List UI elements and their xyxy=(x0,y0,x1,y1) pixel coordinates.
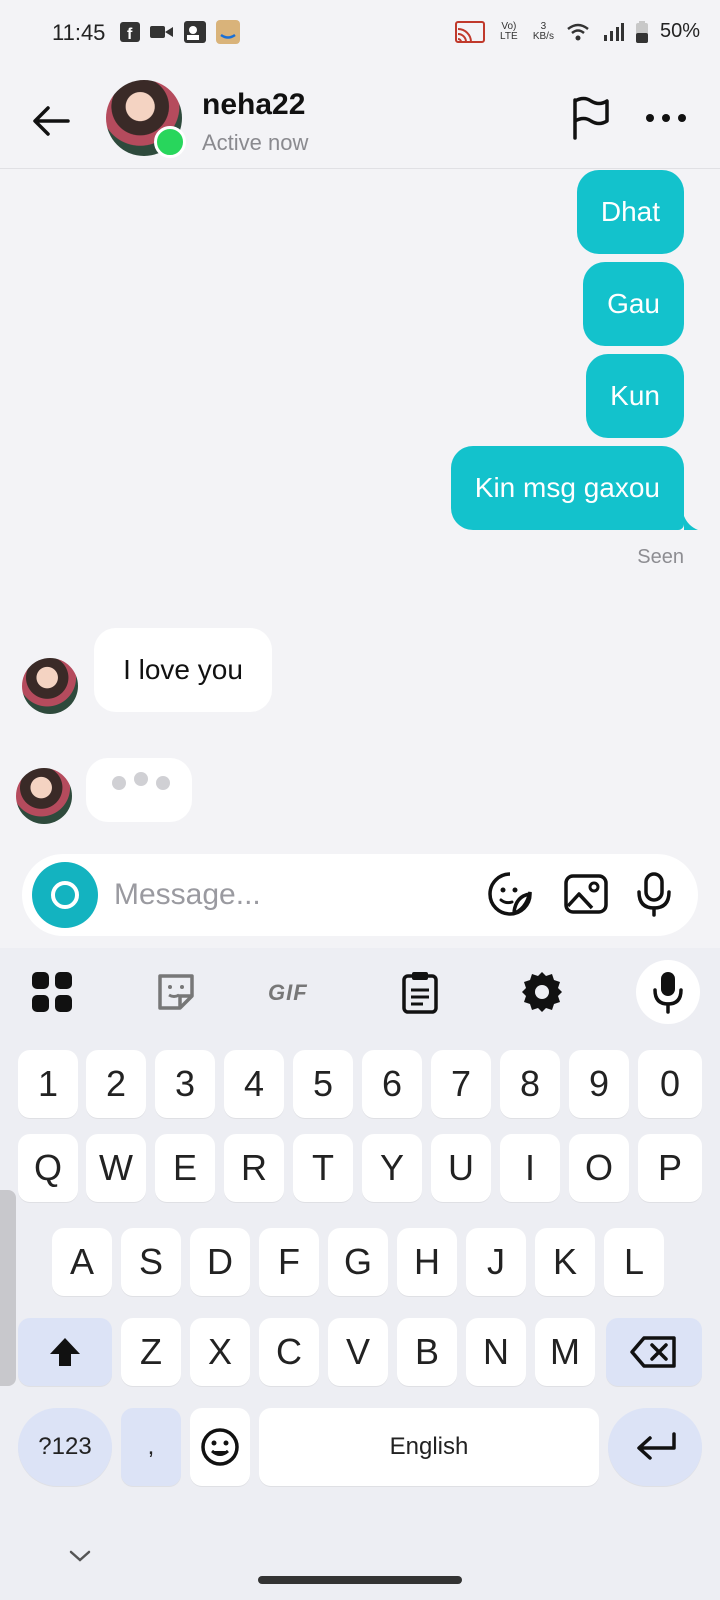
key-q[interactable]: Q xyxy=(18,1134,78,1202)
key-p[interactable]: P xyxy=(638,1134,702,1202)
gallery-image-icon[interactable] xyxy=(562,870,610,918)
typing-dot xyxy=(134,772,148,786)
amazon-icon xyxy=(216,20,240,44)
comma-key[interactable]: , xyxy=(121,1408,181,1486)
apps-grid-icon[interactable] xyxy=(28,968,76,1016)
status-bar: 11:45 f Vo) LTE 3 KB/s 50% xyxy=(0,0,720,66)
battery-icon xyxy=(635,20,648,43)
message-outgoing[interactable]: Kun xyxy=(586,354,684,438)
seen-indicator: Seen xyxy=(637,546,684,568)
typing-dot xyxy=(112,776,126,790)
key-a[interactable]: A xyxy=(52,1228,112,1296)
key-2[interactable]: 2 xyxy=(86,1050,146,1118)
emoji-key[interactable] xyxy=(190,1408,250,1486)
key-e[interactable]: E xyxy=(155,1134,215,1202)
message-incoming[interactable]: I love you xyxy=(94,628,272,712)
space-key[interactable]: English xyxy=(259,1408,599,1486)
status-notification-icons: f xyxy=(120,20,240,44)
symbols-key[interactable]: ?123 xyxy=(18,1408,112,1486)
microphone-icon[interactable] xyxy=(630,870,678,918)
backspace-key[interactable] xyxy=(606,1318,702,1386)
home-indicator[interactable] xyxy=(258,1576,462,1584)
video-icon xyxy=(150,26,173,38)
key-8[interactable]: 8 xyxy=(500,1050,560,1118)
key-h[interactable]: H xyxy=(397,1228,457,1296)
key-d[interactable]: D xyxy=(190,1228,250,1296)
flag-report-icon[interactable] xyxy=(570,96,612,140)
message-outgoing[interactable]: Dhat xyxy=(576,170,684,254)
message-input[interactable] xyxy=(114,872,454,918)
key-m[interactable]: M xyxy=(535,1318,595,1386)
gif-button[interactable]: GIF xyxy=(268,980,308,1006)
keyboard-side-handle[interactable] xyxy=(0,1190,16,1386)
sticker-icon[interactable] xyxy=(486,870,534,918)
back-arrow-icon[interactable] xyxy=(26,96,76,146)
emoji-smiley-icon xyxy=(201,1428,239,1466)
chat-header: neha22 Active now xyxy=(0,66,720,169)
backspace-icon xyxy=(630,1336,676,1368)
key-u[interactable]: U xyxy=(431,1134,491,1202)
message-outgoing[interactable]: Gau xyxy=(583,262,684,346)
key-j[interactable]: J xyxy=(466,1228,526,1296)
clipboard-icon[interactable] xyxy=(396,968,444,1016)
hide-keyboard-chevron-icon[interactable] xyxy=(68,1548,92,1564)
settings-gear-icon[interactable] xyxy=(518,968,566,1016)
contact-card-icon xyxy=(184,21,206,43)
status-system-icons: Vo) LTE 3 KB/s 50% xyxy=(454,20,700,43)
key-i[interactable]: I xyxy=(500,1134,560,1202)
key-w[interactable]: W xyxy=(86,1134,146,1202)
status-time: 11:45 xyxy=(52,20,106,45)
more-options-icon[interactable] xyxy=(644,106,688,130)
shift-arrow-icon xyxy=(50,1338,80,1366)
sender-avatar[interactable] xyxy=(22,658,78,714)
key-l[interactable]: L xyxy=(604,1228,664,1296)
key-x[interactable]: X xyxy=(190,1318,250,1386)
typing-dot xyxy=(156,776,170,790)
key-9[interactable]: 9 xyxy=(569,1050,629,1118)
key-0[interactable]: 0 xyxy=(638,1050,702,1118)
lte-indicator: Vo) LTE xyxy=(500,20,518,42)
key-6[interactable]: 6 xyxy=(362,1050,422,1118)
key-y[interactable]: Y xyxy=(362,1134,422,1202)
contact-name[interactable]: neha22 xyxy=(202,88,305,122)
shift-key[interactable] xyxy=(18,1318,112,1386)
camera-button[interactable] xyxy=(32,862,98,928)
key-7[interactable]: 7 xyxy=(431,1050,491,1118)
key-3[interactable]: 3 xyxy=(155,1050,215,1118)
typing-indicator xyxy=(86,758,192,822)
battery-percent: 50% xyxy=(659,20,700,42)
key-k[interactable]: K xyxy=(535,1228,595,1296)
key-f[interactable]: F xyxy=(259,1228,319,1296)
network-speed: 3 KB/s xyxy=(532,20,554,42)
key-n[interactable]: N xyxy=(466,1318,526,1386)
signal-icon xyxy=(603,22,624,41)
key-c[interactable]: C xyxy=(259,1318,319,1386)
key-4[interactable]: 4 xyxy=(224,1050,284,1118)
bubble-tail xyxy=(684,516,698,530)
contact-activity-status: Active now xyxy=(202,130,309,155)
svg-text:f: f xyxy=(127,26,133,42)
key-s[interactable]: S xyxy=(121,1228,181,1296)
enter-return-icon xyxy=(637,1432,676,1460)
key-v[interactable]: V xyxy=(328,1318,388,1386)
message-outgoing[interactable]: Kin msg gaxou xyxy=(450,446,684,530)
cast-icon xyxy=(454,20,485,43)
enter-key[interactable] xyxy=(608,1408,702,1486)
key-5[interactable]: 5 xyxy=(293,1050,353,1118)
key-g[interactable]: G xyxy=(328,1228,388,1296)
key-o[interactable]: O xyxy=(569,1134,629,1202)
microphone-icon xyxy=(653,972,683,1014)
key-t[interactable]: T xyxy=(293,1134,353,1202)
voice-input-button[interactable] xyxy=(636,960,700,1024)
sender-avatar[interactable] xyxy=(16,768,72,824)
key-b[interactable]: B xyxy=(397,1318,457,1386)
wifi-icon xyxy=(567,23,589,40)
facebook-icon: f xyxy=(120,22,140,42)
online-status-dot xyxy=(154,126,186,158)
camera-icon xyxy=(51,881,79,909)
key-1[interactable]: 1 xyxy=(18,1050,78,1118)
key-r[interactable]: R xyxy=(224,1134,284,1202)
key-z[interactable]: Z xyxy=(121,1318,181,1386)
sticker-pack-icon[interactable] xyxy=(152,968,200,1016)
